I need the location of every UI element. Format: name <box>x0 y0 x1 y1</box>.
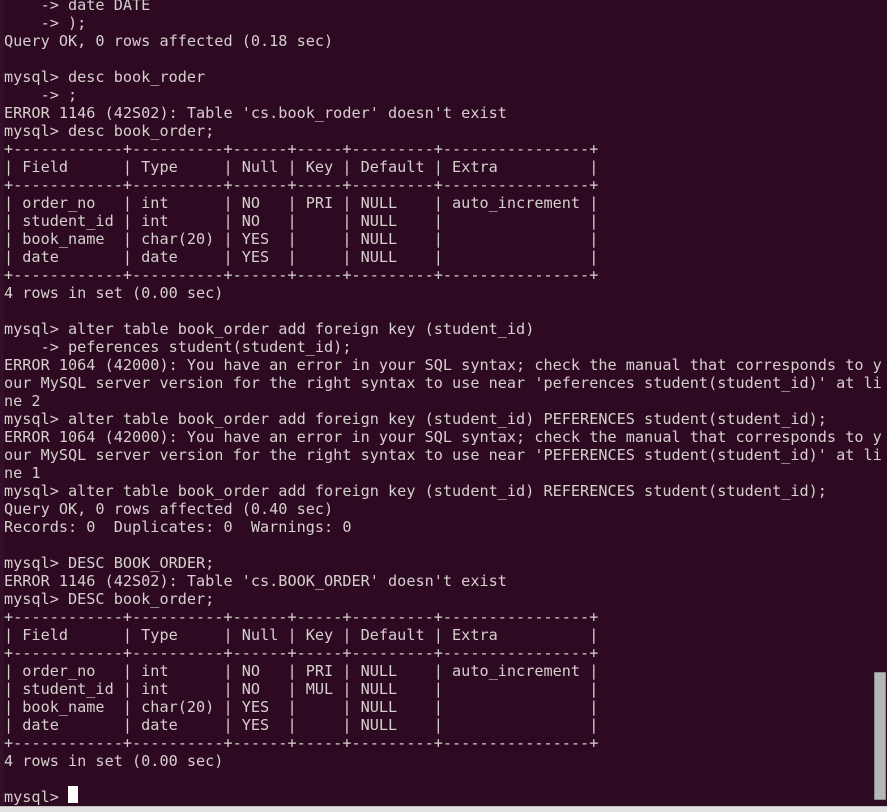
terminal-line: | date | date | YES | | NULL | | <box>4 716 599 734</box>
terminal-line: Query OK, 0 rows affected (0.40 sec) <box>4 500 334 518</box>
terminal-line: 4 rows in set (0.00 sec) <box>4 752 224 770</box>
terminal-line: 4 rows in set (0.00 sec) <box>4 284 224 302</box>
terminal-line: mysql> DESC BOOK_ORDER; <box>4 554 215 572</box>
terminal-line: +------------+----------+------+-----+--… <box>4 176 599 194</box>
text-cursor <box>68 786 78 803</box>
terminal-line: mysql> alter table book_order add foreig… <box>4 410 827 428</box>
terminal-line: mysql> desc book_roder <box>4 68 206 86</box>
terminal-line: -> peferences student(student_id); <box>4 338 352 356</box>
terminal-line: ERROR 1146 (42S02): Table 'cs.book_roder… <box>4 104 507 122</box>
terminal-line: | date | date | YES | | NULL | | <box>4 248 599 266</box>
terminal-line: our MySQL server version for the right s… <box>4 374 882 392</box>
terminal-line: +------------+----------+------+-----+--… <box>4 608 599 626</box>
terminal-window[interactable]: -> date DATE -> ); Query OK, 0 rows affec… <box>0 0 887 806</box>
terminal-line: | student_id | int | NO | | NULL | | <box>4 212 599 230</box>
terminal-line: | order_no | int | NO | PRI | NULL | aut… <box>4 662 599 680</box>
terminal-line: mysql> alter table book_order add foreig… <box>4 320 535 338</box>
terminal-line: +------------+----------+------+-----+--… <box>4 266 599 284</box>
terminal-line: Records: 0 Duplicates: 0 Warnings: 0 <box>4 518 352 536</box>
terminal-line: our MySQL server version for the right s… <box>4 446 882 464</box>
terminal-line: ERROR 1146 (42S02): Table 'cs.BOOK_ORDER… <box>4 572 507 590</box>
terminal-line: | Field | Type | Null | Key | Default | … <box>4 158 599 176</box>
terminal-line: -> date DATE <box>4 0 151 14</box>
terminal-line: ne 1 <box>4 464 41 482</box>
terminal-output: -> date DATE -> ); Query OK, 0 rows affec… <box>4 0 882 806</box>
terminal-line: +------------+----------+------+-----+--… <box>4 734 599 752</box>
terminal-line: Query OK, 0 rows affected (0.18 sec) <box>4 32 334 50</box>
terminal-line: | student_id | int | NO | MUL | NULL | | <box>4 680 599 698</box>
screen: -> date DATE -> ); Query OK, 0 rows affec… <box>0 0 887 812</box>
terminal-line: -> ; <box>4 86 78 104</box>
terminal-line: | book_name | char(20) | YES | | NULL | … <box>4 698 599 716</box>
terminal-line: | Field | Type | Null | Key | Default | … <box>4 626 599 644</box>
terminal-line: ne 2 <box>4 392 41 410</box>
terminal-line: | order_no | int | NO | PRI | NULL | aut… <box>4 194 599 212</box>
terminal-line: mysql> desc book_order; <box>4 122 215 140</box>
terminal-line: +------------+----------+------+-----+--… <box>4 140 599 158</box>
terminal-line: mysql> <box>4 788 69 806</box>
terminal-line: +------------+----------+------+-----+--… <box>4 644 599 662</box>
terminal-line: -> ); <box>4 14 87 32</box>
desktop-taskbar[interactable] <box>0 806 887 812</box>
terminal-line: mysql> DESC book_order; <box>4 590 215 608</box>
scrollbar-thumb[interactable] <box>874 672 886 800</box>
terminal-line: ERROR 1064 (42000): You have an error in… <box>4 428 882 446</box>
terminal-scrollbar[interactable] <box>873 0 887 806</box>
terminal-line: | book_name | char(20) | YES | | NULL | … <box>4 230 599 248</box>
terminal-line: mysql> alter table book_order add foreig… <box>4 482 827 500</box>
terminal-line: ERROR 1064 (42000): You have an error in… <box>4 356 882 374</box>
